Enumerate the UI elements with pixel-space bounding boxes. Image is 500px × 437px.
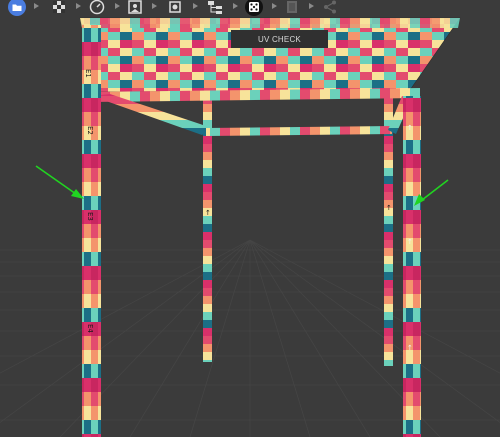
ground-grid bbox=[0, 239, 500, 437]
toolbar-separator bbox=[233, 3, 238, 9]
uv-check-label: UV CHECK bbox=[231, 30, 328, 48]
crop-icon[interactable] bbox=[166, 0, 184, 16]
uv-marks: E1 E2 E3 E4 ↑ ↑ ↑ ↑ ↑ bbox=[84, 69, 413, 352]
toolbar-separator bbox=[152, 3, 157, 9]
back-right-post bbox=[384, 96, 393, 366]
share-icon bbox=[321, 0, 339, 16]
annotation-arrow-left bbox=[35, 165, 84, 199]
image-icon[interactable] bbox=[126, 0, 144, 16]
svg-text:↑: ↑ bbox=[386, 204, 392, 212]
svg-text:E1: E1 bbox=[84, 69, 92, 78]
top-toolbar bbox=[0, 0, 500, 16]
toolbar-separator bbox=[115, 3, 120, 9]
folder-icon[interactable] bbox=[8, 0, 26, 16]
dice-icon[interactable] bbox=[245, 0, 263, 16]
toolbar-separator bbox=[272, 3, 277, 9]
svg-text:↑: ↑ bbox=[407, 344, 413, 352]
toolbar-separator bbox=[34, 3, 39, 9]
svg-text:E4: E4 bbox=[86, 324, 94, 333]
checker-icon[interactable] bbox=[50, 0, 68, 16]
svg-text:E3: E3 bbox=[86, 212, 94, 221]
toolbar-separator bbox=[193, 3, 198, 9]
toolbar-separator bbox=[76, 3, 81, 9]
front-left-post bbox=[82, 25, 101, 437]
app-window: E1 E2 E3 E4 ↑ ↑ ↑ ↑ ↑ UV CHECK bbox=[0, 0, 500, 437]
toolbar-separator bbox=[309, 3, 314, 9]
speedometer-icon[interactable] bbox=[88, 0, 106, 16]
svg-text:↑: ↑ bbox=[407, 124, 413, 132]
svg-text:E2: E2 bbox=[86, 126, 94, 135]
front-right-post bbox=[403, 96, 421, 437]
layers-icon bbox=[283, 0, 301, 16]
3d-viewport[interactable]: E1 E2 E3 E4 ↑ ↑ ↑ ↑ ↑ bbox=[0, 0, 500, 437]
hierarchy-icon[interactable] bbox=[206, 0, 224, 16]
svg-text:↑: ↑ bbox=[407, 238, 413, 246]
back-top-beam bbox=[206, 126, 392, 136]
svg-text:↑: ↑ bbox=[205, 209, 211, 217]
